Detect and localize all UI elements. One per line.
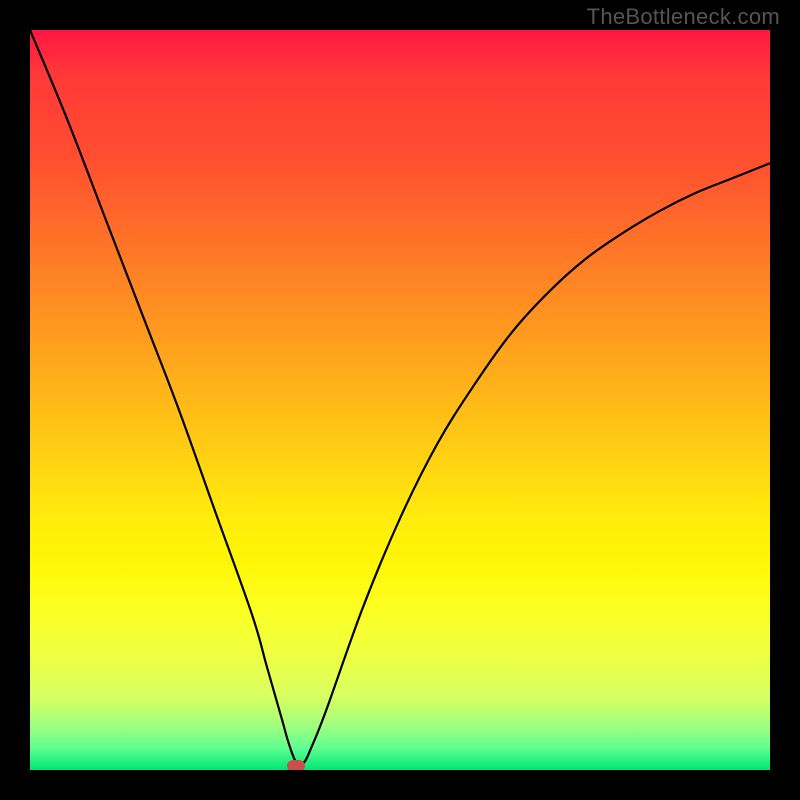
attribution-text: TheBottleneck.com	[587, 4, 780, 30]
plot-area	[30, 30, 770, 770]
optimum-marker	[287, 760, 305, 770]
bottleneck-curve	[30, 30, 770, 765]
curve-svg	[30, 30, 770, 770]
